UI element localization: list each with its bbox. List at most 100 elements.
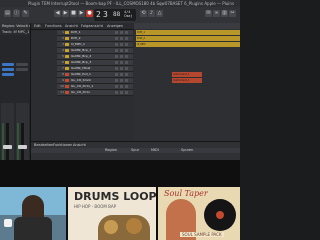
inspector-track-title: Track: Ilf MPC_1 xyxy=(0,29,30,35)
track-name[interactable]: ILLMtk_Hihat xyxy=(71,66,90,71)
track-name[interactable]: Ill_MPC_1 xyxy=(71,42,85,47)
library-icon[interactable]: ▤ xyxy=(4,10,11,17)
record-arm-button[interactable] xyxy=(125,73,128,76)
inspector-setting-1[interactable] xyxy=(2,63,14,66)
mute-button[interactable] xyxy=(115,43,118,46)
mute-button[interactable] xyxy=(115,73,118,76)
play-icon[interactable]: ▶ xyxy=(78,10,85,17)
inspector-icon[interactable]: ⓘ xyxy=(13,10,20,17)
editor-icon[interactable]: ✂ xyxy=(229,10,236,17)
mute-button[interactable] xyxy=(115,49,118,52)
record-arm-button[interactable] xyxy=(125,91,128,94)
track-color-swatch xyxy=(65,37,69,40)
solo-button[interactable] xyxy=(120,31,123,34)
volume-fader-handle[interactable] xyxy=(18,145,27,149)
tracks-area: Edit Functions Ansicht Folgeansicht Anze… xyxy=(31,23,240,141)
bottom-strip: DRUMS LOOP HIP HOP - BOOM BAP Soul Taper… xyxy=(0,160,240,240)
notes-icon[interactable]: ✉ xyxy=(205,10,212,17)
mute-button[interactable] xyxy=(115,55,118,58)
region[interactable]: Instrument_1 xyxy=(172,78,202,83)
track-row[interactable]: 11 ILL_CO_Dr1x xyxy=(57,90,133,96)
editor-menu-3[interactable]: Ansicht xyxy=(73,143,86,147)
browser-icon[interactable]: ▥ xyxy=(221,10,228,17)
solo-button[interactable] xyxy=(120,79,123,82)
tag-icon xyxy=(4,219,12,227)
track-number: 7 xyxy=(62,66,64,70)
record-arm-button[interactable] xyxy=(125,67,128,70)
inspector-setting-2[interactable] xyxy=(2,68,14,71)
lcd-beat: 3 xyxy=(103,10,108,19)
record-arm-button[interactable] xyxy=(125,31,128,34)
soul-taper-thumbnail[interactable]: Soul Taper SOUL SAMPLE PACK xyxy=(158,187,240,240)
ruler[interactable] xyxy=(134,23,240,29)
mute-button[interactable] xyxy=(115,37,118,40)
menu-functions[interactable]: Functions xyxy=(45,23,62,29)
record-arm-button[interactable] xyxy=(125,37,128,40)
editor-menu-1[interactable]: Bearbeiten xyxy=(34,143,53,147)
record-arm-button[interactable] xyxy=(125,61,128,64)
region[interactable]: DrPl_1 xyxy=(136,30,240,35)
region[interactable]: DrPl_2 xyxy=(136,36,240,41)
track-number: 5 xyxy=(62,54,64,58)
solo-button[interactable] xyxy=(120,37,123,40)
solo-button[interactable] xyxy=(120,43,123,46)
metronome-icon[interactable]: △ xyxy=(156,10,163,17)
track-name[interactable]: ILLMtk_Bcp_3 xyxy=(71,60,91,65)
editor-menu-2[interactable]: Funktionen xyxy=(53,143,72,147)
record-arm-button[interactable] xyxy=(125,55,128,58)
editor-tab-region[interactable]: Region xyxy=(105,148,117,152)
track-color-swatch xyxy=(65,55,69,58)
solo-button[interactable] xyxy=(120,67,123,70)
inspector-setting-4[interactable] xyxy=(16,63,28,66)
stop-icon[interactable]: ■ xyxy=(70,10,77,17)
mute-button[interactable] xyxy=(115,91,118,94)
track-name[interactable]: ILL_CO_Dr1x xyxy=(71,90,90,95)
editor-tab-track[interactable]: Spur xyxy=(131,148,139,152)
menu-view[interactable]: Ansicht xyxy=(65,23,78,29)
mute-button[interactable] xyxy=(115,79,118,82)
cycle-icon[interactable]: ⟲ xyxy=(140,10,147,17)
track-name[interactable]: ILLMtk_Pull_1 xyxy=(71,72,91,77)
artist-thumbnail[interactable] xyxy=(0,187,66,240)
solo-button[interactable] xyxy=(120,73,123,76)
volume-fader-handle[interactable] xyxy=(3,145,12,149)
record-icon[interactable]: ● xyxy=(86,10,93,17)
drums-loop-thumbnail[interactable]: DRUMS LOOP HIP HOP - BOOM BAP xyxy=(68,187,156,240)
region[interactable]: Ill_MPC xyxy=(136,42,240,47)
solo-button[interactable] xyxy=(120,91,123,94)
region[interactable]: Instrument_1 xyxy=(172,72,202,77)
mute-button[interactable] xyxy=(115,61,118,64)
inspector-setting-5[interactable] xyxy=(16,68,28,71)
mute-button[interactable] xyxy=(115,67,118,70)
soul-taper-title: Soul Taper xyxy=(164,189,208,198)
toolbar-icon[interactable]: ✎ xyxy=(22,10,29,17)
track-name[interactable]: ILL_CO_Smck xyxy=(71,78,91,83)
track-name[interactable]: DrPl_2 xyxy=(71,36,81,41)
mute-button[interactable] xyxy=(115,85,118,88)
forward-icon[interactable]: ▶ xyxy=(62,10,69,17)
menu-follow[interactable]: Folgeansicht xyxy=(81,23,103,29)
inspector-setting-3[interactable] xyxy=(2,73,14,76)
lcd-display[interactable]: 2 3 88 4/4 Cmaj xyxy=(94,9,136,21)
editor-tab-midi[interactable]: MIDI xyxy=(151,148,159,152)
solo-button[interactable] xyxy=(120,49,123,52)
record-arm-button[interactable] xyxy=(125,85,128,88)
loops-icon[interactable]: ∞ xyxy=(213,10,220,17)
track-name[interactable]: DrPl_1 xyxy=(71,30,81,35)
timeline[interactable]: DrPl_1 DrPl_2 Ill_MPC Instrument_1 Instrumen… xyxy=(134,23,240,141)
track-name[interactable]: ILLMtk_Bcp_2 xyxy=(71,54,91,59)
solo-button[interactable] xyxy=(120,55,123,58)
rewind-icon[interactable]: ◀ xyxy=(54,10,61,17)
solo-button[interactable] xyxy=(120,85,123,88)
track-color-swatch xyxy=(65,79,69,82)
solo-button[interactable] xyxy=(120,61,123,64)
menu-edit[interactable]: Edit xyxy=(34,23,41,29)
record-arm-button[interactable] xyxy=(125,43,128,46)
mute-button[interactable] xyxy=(115,31,118,34)
tuner-icon[interactable]: ♪ xyxy=(148,10,155,17)
track-name[interactable]: ILL_CO_Dr1x_1 xyxy=(71,84,93,89)
menu-show[interactable]: Anzeigen xyxy=(107,23,123,29)
record-arm-button[interactable] xyxy=(125,49,128,52)
record-arm-button[interactable] xyxy=(125,79,128,82)
track-name[interactable]: ILLMtk_Bcp_1 xyxy=(71,48,91,53)
